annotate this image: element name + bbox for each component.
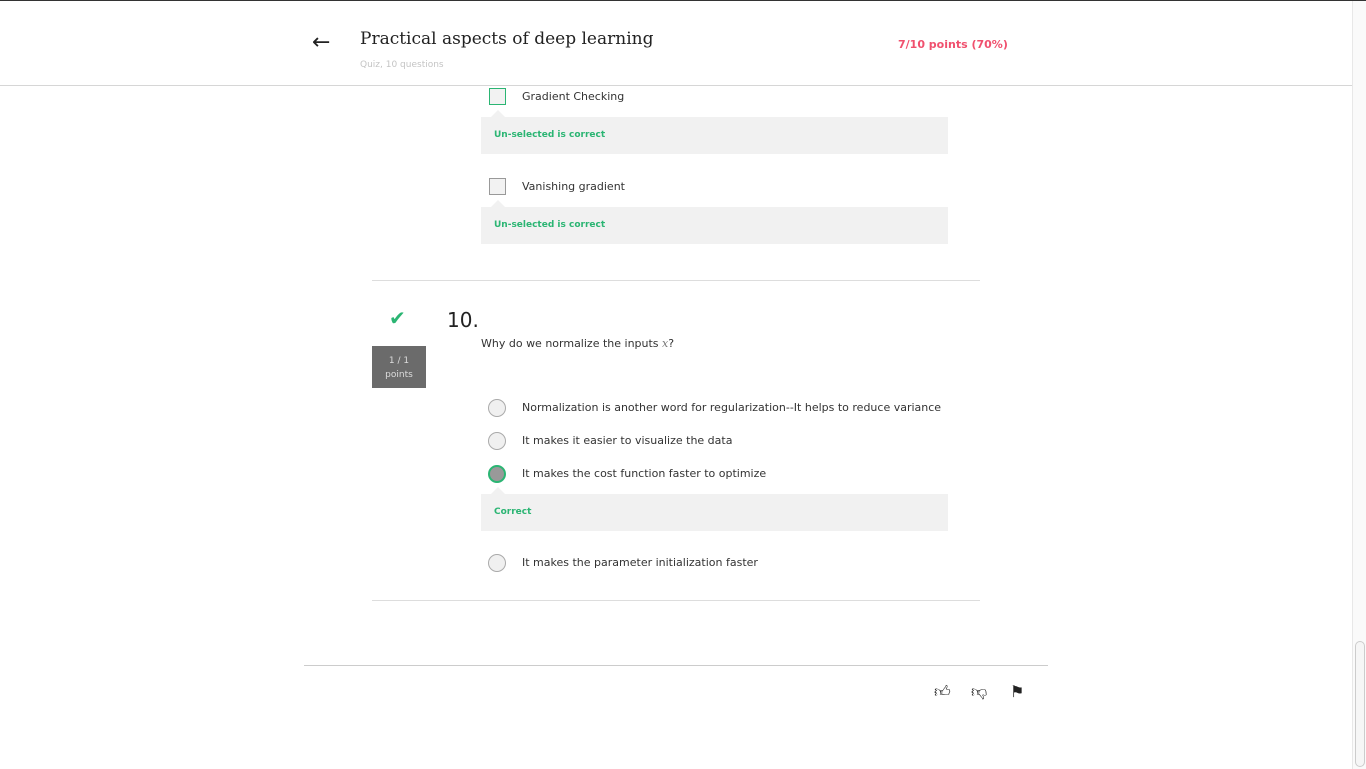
radio-option-3[interactable] (488, 465, 506, 483)
feedback-text: Un-selected is correct (494, 130, 606, 140)
radio-option-2[interactable] (488, 432, 506, 450)
feedback-text: Un-selected is correct (494, 220, 606, 230)
feedback-box: Un-selected is correct (481, 110, 948, 154)
divider (372, 280, 980, 281)
option-label: It makes the parameter initialization fa… (522, 556, 758, 569)
option-label: Vanishing gradient (522, 180, 625, 193)
option-label: Gradient Checking (522, 90, 625, 103)
question-body: Why do we normalize the inputs (481, 337, 663, 350)
question-end: ? (668, 337, 675, 350)
points-label: points (385, 370, 413, 380)
option-label: It makes it easier to visualize the data (522, 434, 733, 447)
divider (372, 600, 980, 601)
feedback-box: Correct (481, 487, 948, 531)
arrow-left-icon[interactable]: ← (312, 32, 330, 54)
thumbs-down-icon[interactable]: 👎︎ (971, 682, 987, 702)
flag-icon[interactable]: ⚑ (1010, 682, 1024, 701)
checkbox-gradient-checking[interactable] (489, 88, 506, 105)
radio-option-1[interactable] (488, 399, 506, 417)
radio-option-4[interactable] (488, 554, 506, 572)
feedback-text: Correct (494, 507, 532, 517)
question-number: 10. (447, 308, 479, 332)
option-label: Normalization is another word for regula… (522, 401, 942, 414)
feedback-box: Un-selected is correct (481, 200, 948, 244)
scrollbar-thumb[interactable] (1355, 641, 1365, 767)
quiz-header: ← Practical aspects of deep learning Qui… (0, 2, 1352, 86)
scrollbar[interactable] (1352, 1, 1366, 769)
footer-divider (304, 665, 1048, 666)
thumbs-up-icon[interactable]: 👍︎ (934, 682, 951, 702)
score-badge: 7/10 points (70%) (898, 38, 1008, 51)
check-icon: ✔ (389, 306, 406, 330)
option-label: It makes the cost function faster to opt… (522, 467, 767, 480)
points-badge: 1 / 1 points (372, 346, 426, 388)
question-text: Why do we normalize the inputs x? (481, 337, 674, 350)
checkbox-vanishing-gradient[interactable] (489, 178, 506, 195)
page-title: Practical aspects of deep learning (360, 29, 654, 49)
quiz-subtitle: Quiz, 10 questions (360, 60, 444, 70)
points-value: 1 / 1 (388, 356, 410, 366)
